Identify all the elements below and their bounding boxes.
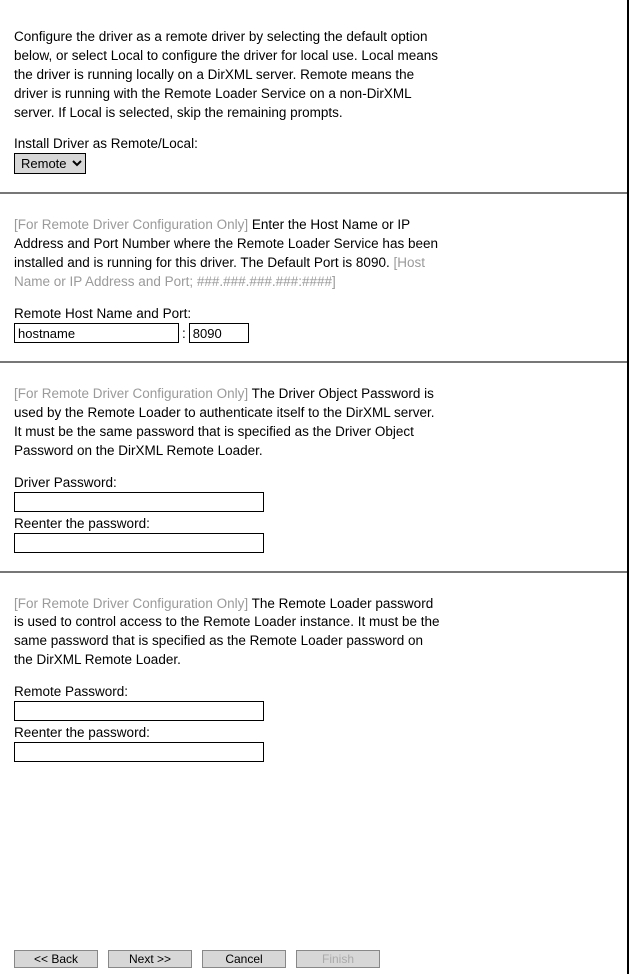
wizard-button-bar: << Back Next >> Cancel Finish: [14, 950, 380, 968]
remote-password-description: [For Remote Driver Configuration Only] T…: [14, 595, 444, 671]
cancel-button[interactable]: Cancel: [202, 950, 286, 968]
install-driver-select[interactable]: Remote: [14, 153, 86, 174]
back-button[interactable]: << Back: [14, 950, 98, 968]
remote-host-label: Remote Host Name and Port:: [14, 306, 613, 321]
remote-password-reenter-label: Reenter the password:: [14, 725, 613, 740]
install-driver-label: Install Driver as Remote/Local:: [14, 136, 613, 151]
remote-password-input[interactable]: [14, 701, 264, 721]
next-button[interactable]: Next >>: [108, 950, 192, 968]
remote-only-prefix: [For Remote Driver Configuration Only]: [14, 217, 248, 232]
driver-password-description: [For Remote Driver Configuration Only] T…: [14, 385, 444, 461]
section-install-driver: Configure the driver as a remote driver …: [0, 0, 627, 192]
remote-password-label: Remote Password:: [14, 684, 613, 699]
remote-port-input[interactable]: [189, 323, 249, 343]
section-driver-password: [For Remote Driver Configuration Only] T…: [0, 363, 627, 571]
remote-only-prefix: [For Remote Driver Configuration Only]: [14, 386, 248, 401]
section-remote-host: [For Remote Driver Configuration Only] E…: [0, 194, 627, 361]
remote-password-reenter-input[interactable]: [14, 742, 264, 762]
driver-password-input[interactable]: [14, 492, 264, 512]
driver-password-reenter-label: Reenter the password:: [14, 516, 613, 531]
finish-button: Finish: [296, 950, 380, 968]
install-driver-description: Configure the driver as a remote driver …: [14, 28, 444, 122]
remote-only-prefix: [For Remote Driver Configuration Only]: [14, 596, 248, 611]
host-port-separator: :: [182, 326, 186, 341]
remote-host-description: [For Remote Driver Configuration Only] E…: [14, 216, 444, 292]
driver-password-reenter-input[interactable]: [14, 533, 264, 553]
section-remote-password: [For Remote Driver Configuration Only] T…: [0, 573, 627, 781]
remote-host-input[interactable]: [14, 323, 179, 343]
driver-password-label: Driver Password:: [14, 475, 613, 490]
